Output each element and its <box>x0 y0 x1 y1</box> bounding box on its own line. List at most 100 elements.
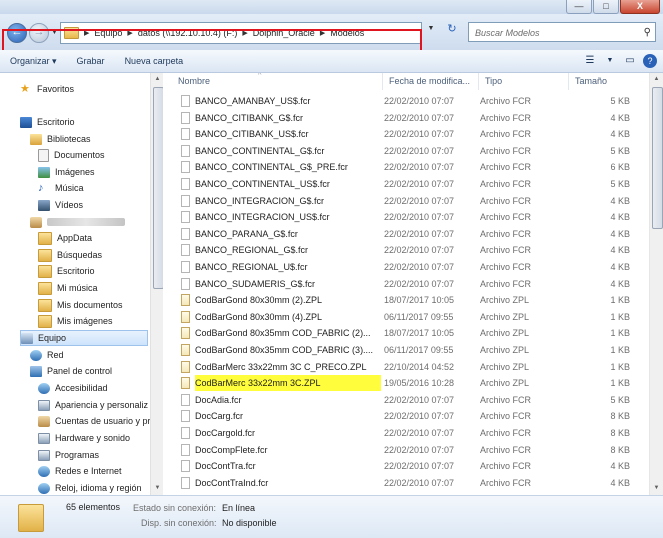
file-row[interactable]: DocCompFlete.fcr 22/02/2010 07:07 Archivo … <box>176 442 646 458</box>
column-header-date[interactable]: Fecha de modifica... <box>383 73 479 90</box>
user-accounts-icon <box>38 415 50 427</box>
view-options-icon[interactable]: ☰ <box>583 54 597 68</box>
accessibility-icon <box>38 382 50 394</box>
minimize-button[interactable]: — <box>566 0 592 14</box>
column-header-type[interactable]: Tipo <box>479 73 569 90</box>
breadcrumb-datos[interactable]: datos (\\192.10.10.4) (F:) <box>138 28 238 38</box>
file-icon <box>181 410 190 423</box>
nav-programs[interactable]: Programas <box>38 447 99 463</box>
file-size: 4 KB <box>610 461 630 472</box>
view-dropdown-icon[interactable]: ▼ <box>603 54 617 68</box>
nav-desktop[interactable]: Escritorio <box>20 114 75 130</box>
nav-searches[interactable]: Búsquedas <box>38 247 102 263</box>
nav-libraries[interactable]: Bibliotecas <box>30 131 91 147</box>
nav-label: Red <box>47 350 64 360</box>
file-row[interactable]: BANCO_AMANBAY_US$.fcr 22/02/2010 07:07 Arc… <box>176 93 646 109</box>
file-row[interactable]: CodBarMerc 33x22mm 3C C_PRECO.ZPL 22/10/2… <box>176 359 646 375</box>
search-input[interactable]: Buscar Modelos ⚲ <box>468 22 656 42</box>
close-button[interactable]: X <box>620 0 660 14</box>
address-dropdown-icon[interactable]: ▼ <box>424 22 438 36</box>
file-name: DocCompFlete.fcr <box>195 444 268 455</box>
file-row[interactable]: DocContTra.fcr 22/02/2010 07:07 Archivo FC… <box>176 458 646 474</box>
file-row[interactable]: BANCO_CITIBANK_G$.fcr 22/02/2010 07:07 Arc… <box>176 110 646 126</box>
file-row[interactable]: BANCO_CONTINENTAL_G$_PRE.fcr 22/02/2010 0… <box>176 159 646 175</box>
refresh-icon[interactable]: ↻ <box>444 22 460 36</box>
file-row[interactable]: DocContTraInd.fcr 22/02/2010 07:07 Archivo… <box>176 475 646 491</box>
recent-pages-dropdown-icon[interactable]: ▼ <box>51 29 58 36</box>
breadcrumb-dolphin-oracle[interactable]: Dolphin_Oracle <box>253 28 315 38</box>
nav-my-music[interactable]: Mi música <box>38 280 98 296</box>
record-button[interactable]: Grabar <box>67 56 115 66</box>
file-row[interactable]: BANCO_CITIBANK_US$.fcr 22/02/2010 07:07 Ar… <box>176 126 646 142</box>
file-date: 06/11/2017 09:55 <box>384 311 454 322</box>
address-bar[interactable]: ▶ Equipo ▶ datos (\\192.10.10.4) (F:) ▶ … <box>60 22 422 44</box>
scroll-thumb[interactable] <box>652 87 663 229</box>
library-icon <box>30 133 42 145</box>
nav-hardware[interactable]: Hardware y sonido <box>38 430 130 446</box>
title-bar: — □ X <box>0 0 663 14</box>
nav-documents[interactable]: Documentos <box>38 147 105 163</box>
file-list-scrollbar[interactable]: ▲ ▼ <box>649 73 663 495</box>
nav-videos[interactable]: Vídeos <box>38 197 83 213</box>
column-header-name[interactable]: Nombre ^ <box>172 73 383 90</box>
file-row[interactable]: CodBarMerc 33x22mm 3C.ZPL 19/05/2016 10:2… <box>176 375 646 392</box>
file-type: Archivo ZPL <box>480 295 530 306</box>
chevron-right-icon[interactable]: ▶ <box>242 29 247 37</box>
nav-control-panel[interactable]: Panel de control <box>30 363 112 379</box>
nav-images[interactable]: Imágenes <box>38 164 95 180</box>
folder-icon <box>38 231 52 245</box>
breadcrumb-equipo[interactable]: Equipo <box>94 28 122 38</box>
file-row[interactable]: BANCO_REGIONAL_U$.fcr 22/02/2010 07:07 Arc… <box>176 259 646 275</box>
nav-clock-region[interactable]: Reloj, idioma y región <box>38 480 142 495</box>
nav-music[interactable]: ♪ Música <box>38 180 84 196</box>
file-type: Archivo FCR <box>480 477 532 488</box>
preview-pane-icon[interactable]: ▭ <box>623 54 637 68</box>
new-folder-button[interactable]: Nueva carpeta <box>115 56 194 66</box>
sort-ascending-icon: ^ <box>258 73 262 79</box>
file-row[interactable]: BANCO_INTEGRACION_G$.fcr 22/02/2010 07:07… <box>176 193 646 209</box>
back-button[interactable]: ← <box>7 23 27 43</box>
maximize-button[interactable]: □ <box>593 0 619 14</box>
chevron-right-icon[interactable]: ▶ <box>320 29 325 37</box>
nav-accessibility[interactable]: Accesibilidad <box>38 380 108 396</box>
file-size: 4 KB <box>610 129 630 140</box>
navigation-scrollbar[interactable]: ▲ ▼ <box>150 73 164 495</box>
nav-computer[interactable]: Equipo <box>20 330 148 346</box>
file-row[interactable]: CodBarGond 80x35mm COD_FABRIC (3).... 06/… <box>176 342 646 358</box>
file-row[interactable]: CodBarGond 80x35mm COD_FABRIC (2)... 18/0… <box>176 325 646 341</box>
chevron-right-icon[interactable]: ▶ <box>84 29 89 37</box>
file-row[interactable]: BANCO_CONTINENTAL_G$.fcr 22/02/2010 07:07… <box>176 143 646 159</box>
search-icon[interactable]: ⚲ <box>644 23 651 43</box>
nav-user-accounts[interactable]: Cuentas de usuario y pr <box>38 413 151 429</box>
nav-label: Documentos <box>54 150 105 160</box>
file-type: Archivo ZPL <box>480 345 530 355</box>
file-date: 22/02/2010 07:07 <box>384 96 455 106</box>
file-row[interactable]: BANCO_INTEGRACION_US$.fcr 22/02/2010 07:0… <box>176 209 646 225</box>
nav-network-internet[interactable]: Redes e Internet <box>38 463 122 479</box>
file-row[interactable]: CodBarGond 80x30mm (4).ZPL 06/11/2017 09:… <box>176 309 646 325</box>
nav-favorites[interactable]: ★ Favoritos <box>20 81 74 97</box>
scroll-up-icon[interactable]: ▲ <box>650 73 663 86</box>
file-row[interactable]: DocCarg.fcr 22/02/2010 07:07 Archivo FCR 8 … <box>176 408 646 424</box>
organize-menu[interactable]: Organizar ▾ <box>0 56 67 67</box>
chevron-right-icon[interactable]: ▶ <box>127 29 132 37</box>
help-icon[interactable]: ? <box>643 54 657 68</box>
file-row[interactable]: DocAdia.fcr 22/02/2010 07:07 Archivo FCR 5 … <box>176 392 646 408</box>
file-row[interactable]: BANCO_CONTINENTAL_US$.fcr 22/02/2010 07:0… <box>176 176 646 192</box>
breadcrumb-modelos[interactable]: Modelos <box>330 28 364 38</box>
nav-my-documents[interactable]: Mis documentos <box>38 297 123 313</box>
nav-appearance[interactable]: Apariencia y personaliz <box>38 397 148 413</box>
nav-appdata[interactable]: AppData <box>38 230 92 246</box>
column-header-size[interactable]: Tamaño <box>569 73 647 90</box>
file-row[interactable]: CodBarGond 80x30mm (2).ZPL 18/07/2017 10:… <box>176 292 646 308</box>
scroll-down-icon[interactable]: ▼ <box>650 482 663 495</box>
file-row[interactable]: BANCO_REGIONAL_G$.fcr 22/02/2010 07:07 Arc… <box>176 242 646 258</box>
file-row[interactable]: BANCO_SUDAMERIS_G$.fcr 22/02/2010 07:07 Ar… <box>176 276 646 292</box>
file-row[interactable]: DocCargold.fcr 22/02/2010 07:07 Archivo FC… <box>176 425 646 441</box>
nav-desktop-2[interactable]: Escritorio <box>38 263 95 279</box>
nav-my-images[interactable]: Mis imágenes <box>38 313 113 329</box>
nav-user-folder[interactable] <box>30 214 125 230</box>
nav-network[interactable]: Red <box>30 347 64 363</box>
forward-button[interactable]: → <box>29 23 49 43</box>
file-row[interactable]: BANCO_PARANA_G$.fcr 22/02/2010 07:07 Archi… <box>176 226 646 242</box>
